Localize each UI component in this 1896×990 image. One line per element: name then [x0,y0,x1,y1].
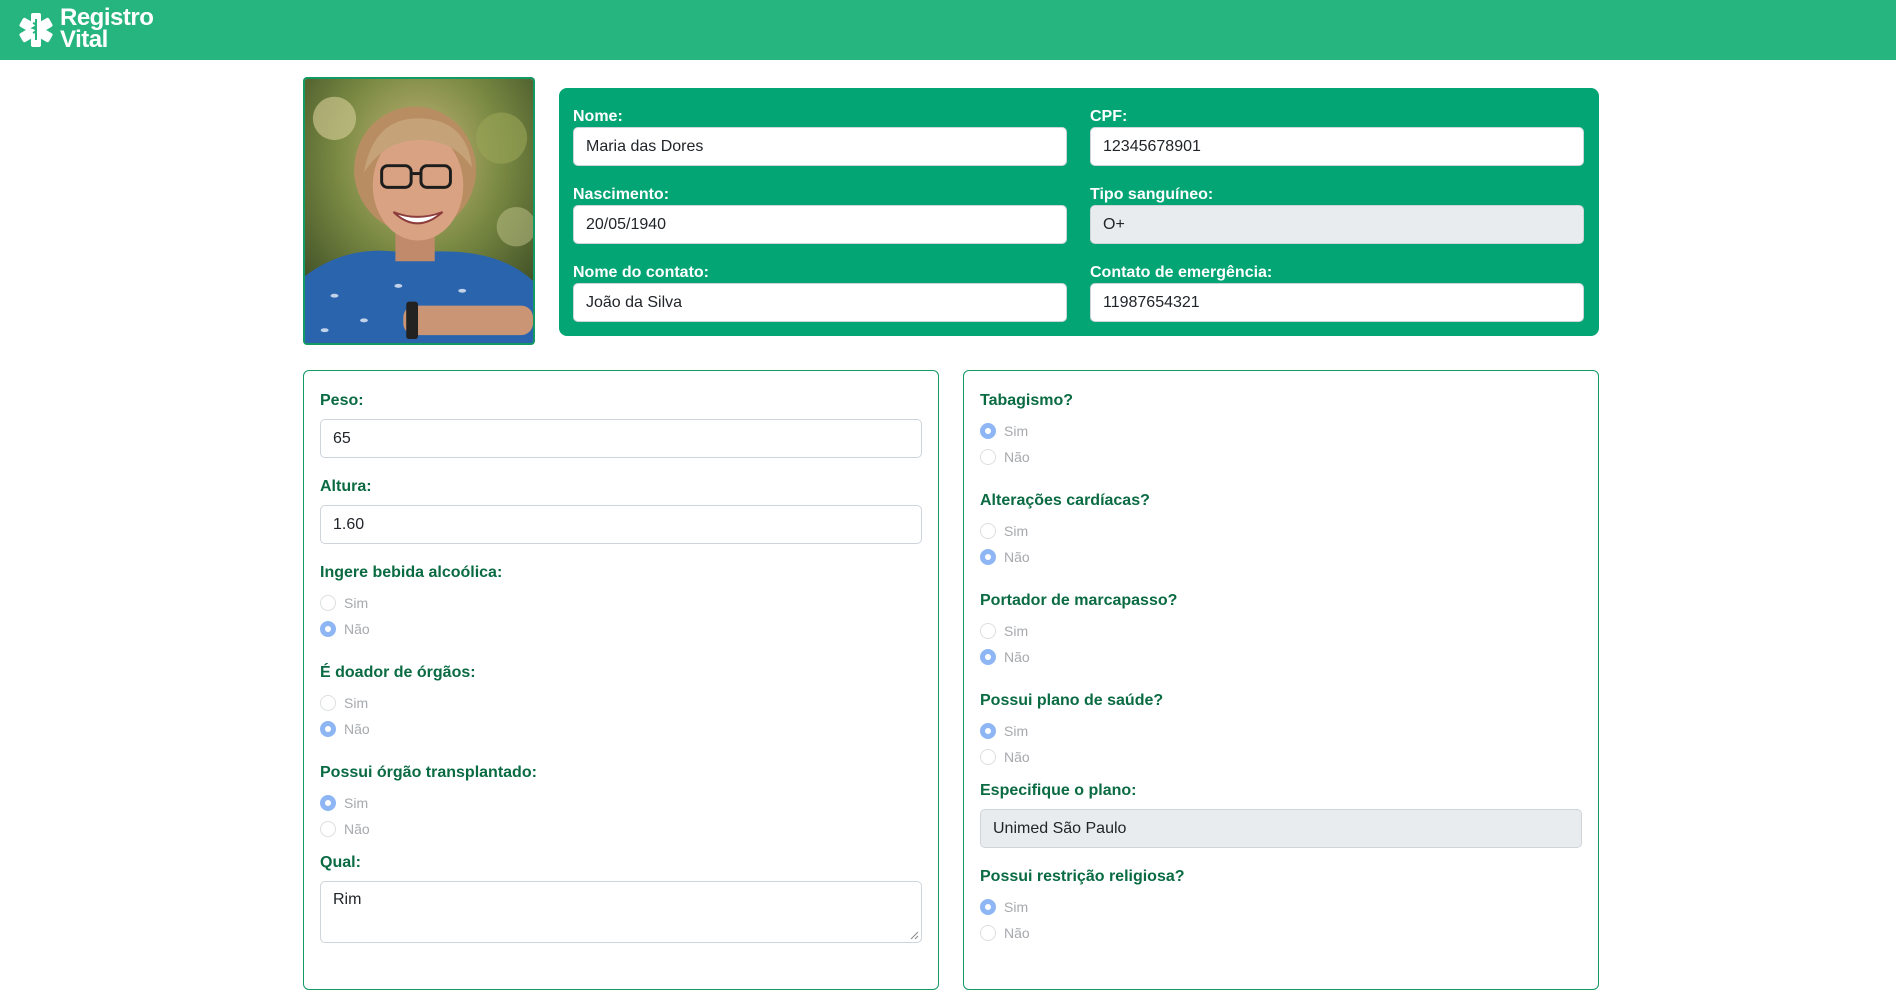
marcapasso-sim-radio[interactable] [980,623,996,639]
marcapasso-sim-label: Sim [1004,623,1029,639]
cardiacas-nao-radio[interactable] [980,549,996,565]
cardiacas-nao-label: Não [1004,549,1030,565]
transplante-sim-radio[interactable] [320,795,336,811]
cpf-group: CPF: 12345678901 [1090,106,1584,166]
brand-name: Registro Vital [60,6,154,53]
transplante-nao-label: Não [344,821,370,837]
cpf-label: CPF: [1090,108,1128,125]
nome-contato-label: Nome do contato: [573,264,709,281]
marcapasso-sim-option[interactable]: Sim [980,621,1028,641]
qual-textarea[interactable]: Rim [320,881,922,943]
doador-sim-label: Sim [344,695,369,711]
tabagismo-sim-label: Sim [1004,423,1029,439]
altura-label: Altura: [320,478,372,495]
plano-nao-option[interactable]: Não [980,747,1030,767]
doador-nao-radio[interactable] [320,721,336,737]
profile-photo [303,77,535,345]
alcool-sim-label: Sim [344,595,369,611]
especifique-label: Especifique o plano: [980,782,1137,799]
altura-input[interactable]: 1.60 [320,505,922,544]
alcool-label: Ingere bebida alcoólica: [320,564,503,581]
tipo-sanguineo-group: Tipo sanguíneo: O+ [1090,184,1584,244]
marcapasso-nao-option[interactable]: Não [980,647,1030,667]
alcool-sim-option[interactable]: Sim [320,593,368,613]
tabagismo-sim-option[interactable]: Sim [980,421,1028,441]
qual-value: Rim [333,891,362,908]
cardiacas-sim-label: Sim [1004,523,1029,539]
plano-label: Possui plano de saúde? [980,692,1164,709]
cardiacas-label: Alterações cardíacas? [980,492,1150,509]
tabagismo-label: Tabagismo? [980,392,1074,409]
health-panel-right: Tabagismo? Sim Não Alterações cardíacas?… [963,370,1599,990]
alcool-sim-radio[interactable] [320,595,336,611]
plano-sim-option[interactable]: Sim [980,721,1028,741]
nascimento-group: Nascimento: 20/05/1940 [573,184,1067,244]
tabagismo-nao-label: Não [1004,449,1030,465]
peso-input[interactable]: 65 [320,419,922,458]
resize-grip-icon[interactable] [910,931,919,940]
plano-nao-radio[interactable] [980,749,996,765]
tabagismo-nao-radio[interactable] [980,449,996,465]
alcool-nao-option[interactable]: Não [320,619,370,639]
religiosa-nao-label: Não [1004,925,1030,941]
nome-input[interactable]: Maria das Dores [573,127,1067,166]
alcool-nao-label: Não [344,621,370,637]
medical-cross-icon [19,13,53,47]
transplante-nao-option[interactable]: Não [320,819,370,839]
religiosa-sim-radio[interactable] [980,899,996,915]
especifique-input: Unimed São Paulo [980,809,1582,848]
religiosa-label: Possui restrição religiosa? [980,868,1185,885]
brand-line-2: Vital [60,26,108,53]
nome-contato-group: Nome do contato: João da Silva [573,262,1067,322]
plano-sim-label: Sim [1004,723,1029,739]
tabagismo-nao-option[interactable]: Não [980,447,1030,467]
religiosa-sim-label: Sim [1004,899,1029,915]
transplante-sim-option[interactable]: Sim [320,793,368,813]
profile-photo-image [305,79,533,343]
nome-label: Nome: [573,108,623,125]
religiosa-sim-option[interactable]: Sim [980,897,1028,917]
cardiacas-sim-radio[interactable] [980,523,996,539]
doador-sim-option[interactable]: Sim [320,693,368,713]
tabagismo-sim-radio[interactable] [980,423,996,439]
alcool-nao-radio[interactable] [320,621,336,637]
health-panel-left: Peso: 65 Altura: 1.60 Ingere bebida alco… [303,370,939,990]
religiosa-nao-radio[interactable] [980,925,996,941]
tipo-sanguineo-input: O+ [1090,205,1584,244]
nascimento-label: Nascimento: [573,186,670,203]
identity-card: Nome: Maria das Dores CPF: 12345678901 N… [559,88,1599,336]
transplante-sim-label: Sim [344,795,369,811]
doador-nao-label: Não [344,721,370,737]
nome-contato-input[interactable]: João da Silva [573,283,1067,322]
nascimento-input[interactable]: 20/05/1940 [573,205,1067,244]
doador-nao-option[interactable]: Não [320,719,370,739]
tipo-sanguineo-label: Tipo sanguíneo: [1090,186,1214,203]
contato-emergencia-label: Contato de emergência: [1090,264,1273,281]
plano-nao-label: Não [1004,749,1030,765]
transplante-label: Possui órgão transplantado: [320,764,537,781]
marcapasso-nao-label: Não [1004,649,1030,665]
doador-label: É doador de órgãos: [320,664,476,681]
cpf-input[interactable]: 12345678901 [1090,127,1584,166]
religiosa-nao-option[interactable]: Não [980,923,1030,943]
contato-emergencia-group: Contato de emergência: 11987654321 [1090,262,1584,322]
marcapasso-label: Portador de marcapasso? [980,592,1178,609]
cardiacas-sim-option[interactable]: Sim [980,521,1028,541]
marcapasso-nao-radio[interactable] [980,649,996,665]
navbar: Registro Vital [0,0,1896,60]
brand-logo[interactable]: Registro Vital [16,6,154,53]
qual-label: Qual: [320,854,361,871]
cardiacas-nao-option[interactable]: Não [980,547,1030,567]
doador-sim-radio[interactable] [320,695,336,711]
plano-sim-radio[interactable] [980,723,996,739]
nome-group: Nome: Maria das Dores [573,106,1067,166]
peso-label: Peso: [320,392,364,409]
transplante-nao-radio[interactable] [320,821,336,837]
contato-emergencia-input[interactable]: 11987654321 [1090,283,1584,322]
